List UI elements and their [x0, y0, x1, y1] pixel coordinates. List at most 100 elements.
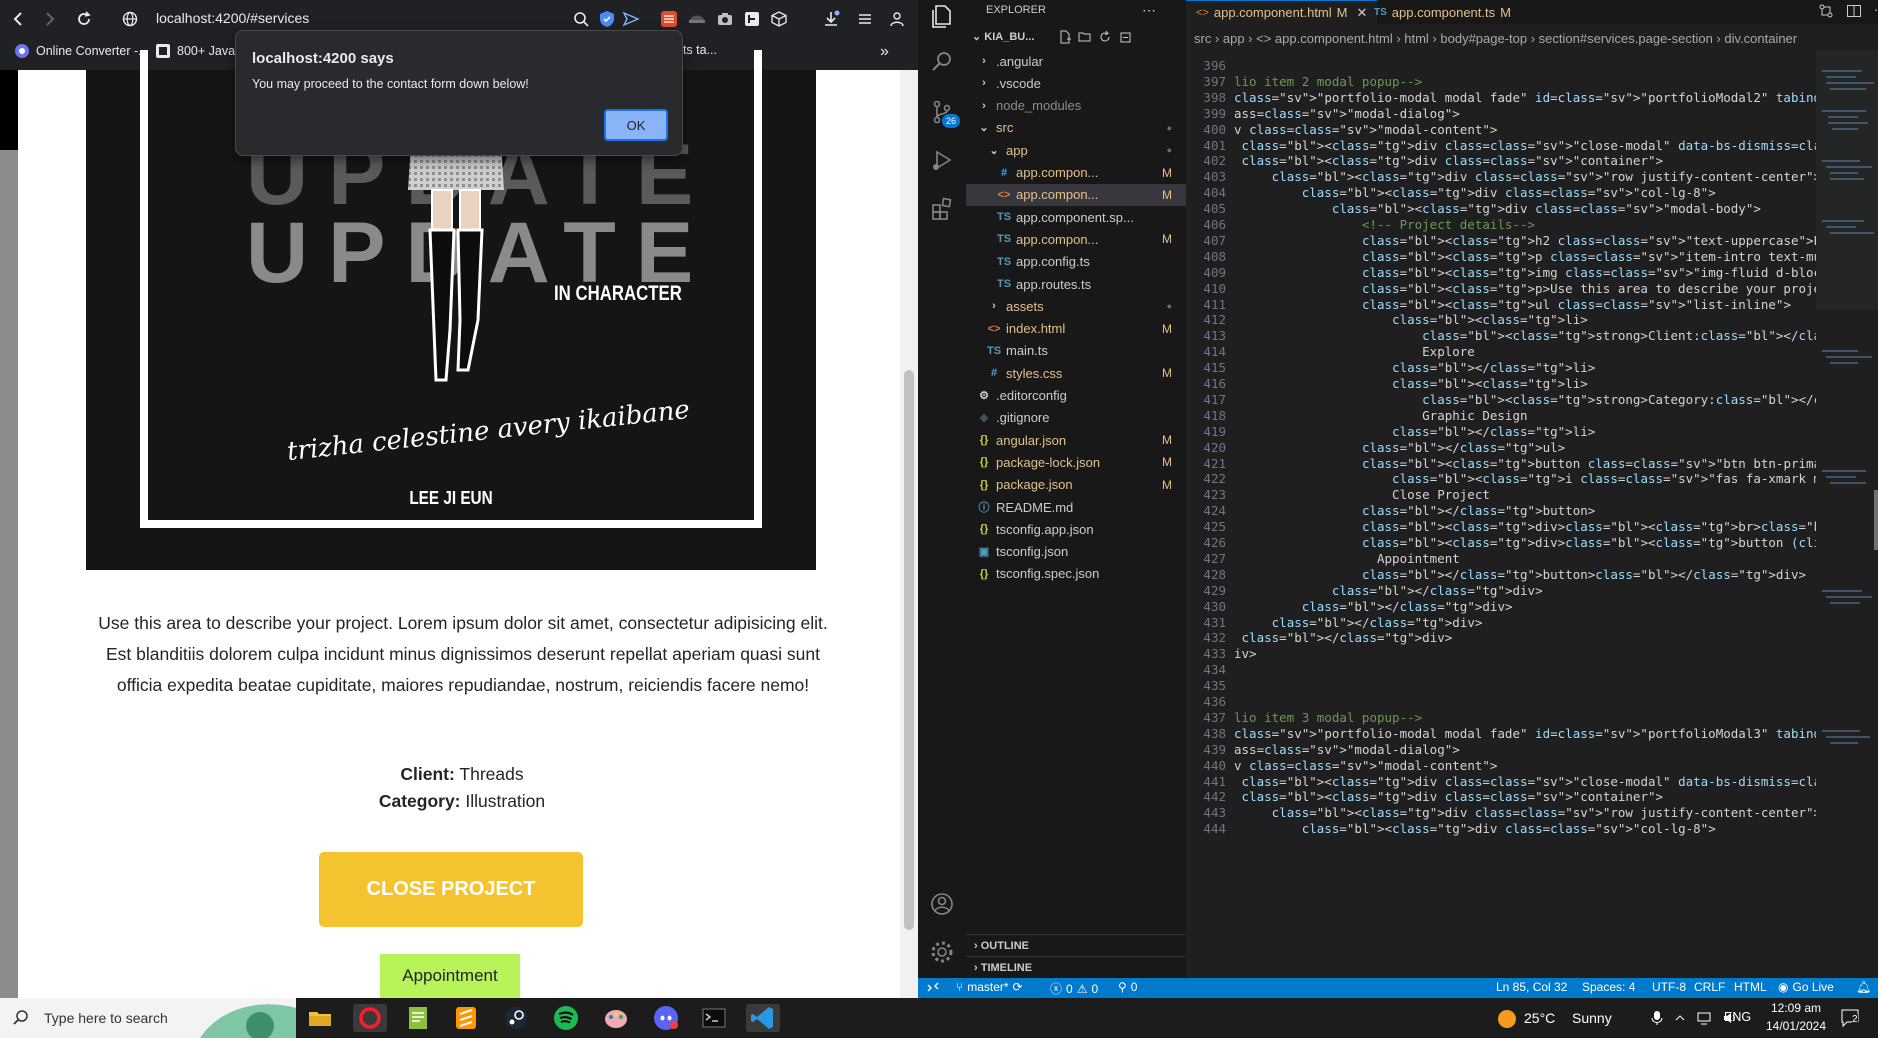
new-file-icon[interactable]	[1058, 30, 1072, 44]
back-icon[interactable]	[8, 9, 28, 29]
cursor-position[interactable]: Ln 85, Col 32	[1496, 980, 1567, 994]
taskbar-search[interactable]: Type here to search	[0, 998, 296, 1038]
run-debug-icon[interactable]	[928, 146, 956, 174]
remote-icon[interactable]	[926, 980, 940, 994]
tab-app-component-ts[interactable]: TS app.component.ts M	[1364, 0, 1521, 24]
ports-indicator[interactable]: ⚲ 0	[1118, 980, 1137, 994]
reload-icon[interactable]	[74, 9, 94, 29]
file-tree-item[interactable]: {} angular.json M	[966, 429, 1186, 451]
appointment-button[interactable]: Appointment	[380, 954, 520, 998]
paint-icon[interactable]	[602, 1004, 630, 1032]
file-explorer-icon[interactable]	[306, 1004, 334, 1032]
terminal-icon[interactable]	[700, 1004, 728, 1032]
collapse-all-icon[interactable]	[1118, 30, 1132, 44]
timeline-section[interactable]: › TIMELINE	[966, 956, 1186, 978]
notification-center-icon[interactable]	[1840, 1008, 1862, 1028]
extension-box-icon[interactable]	[743, 10, 761, 28]
more-actions-icon[interactable]: ⋯	[1142, 2, 1156, 19]
file-tree-item[interactable]: {} package-lock.json M	[966, 451, 1186, 473]
bookmarks-overflow[interactable]: »	[880, 43, 889, 61]
weather-temp[interactable]: 25°C	[1524, 1010, 1555, 1026]
new-folder-icon[interactable]	[1078, 30, 1092, 44]
file-tree-item[interactable]: <> index.html M	[966, 318, 1186, 340]
extensions-icon[interactable]	[928, 194, 956, 222]
file-tree-item[interactable]: ▣ tsconfig.json	[966, 541, 1186, 563]
file-tree-item[interactable]: # app.compon... M	[966, 162, 1186, 184]
network-icon[interactable]	[1696, 1010, 1712, 1026]
file-tree-item[interactable]: # styles.css M	[966, 362, 1186, 384]
compare-icon[interactable]	[1818, 3, 1834, 19]
file-tree-item[interactable]: ⚙ .editorconfig	[966, 385, 1186, 407]
discord-icon[interactable]	[652, 1004, 680, 1032]
sublime-icon[interactable]	[452, 1004, 480, 1032]
file-tree-item[interactable]: TS app.config.ts	[966, 251, 1186, 273]
file-tree-item[interactable]: {} tsconfig.app.json	[966, 518, 1186, 540]
file-tree-item[interactable]: {} package.json M	[966, 474, 1186, 496]
mic-icon[interactable]	[1650, 1010, 1664, 1026]
steam-icon[interactable]	[502, 1004, 530, 1032]
outline-section[interactable]: › OUTLINE	[966, 934, 1186, 956]
settings-gear-icon[interactable]	[928, 938, 956, 966]
vscode-taskbar-icon[interactable]	[746, 1004, 780, 1032]
site-info-icon[interactable]	[120, 9, 140, 29]
clock-date[interactable]: 14/01/2024	[1762, 1019, 1830, 1033]
notepad-icon[interactable]	[404, 1004, 432, 1032]
git-branch[interactable]: ⑂ master* ⟳	[956, 980, 1023, 994]
tab-app-component-html[interactable]: <> app.component.html M ✕	[1186, 0, 1378, 24]
extension-cap-icon[interactable]	[688, 10, 706, 28]
extension-red-icon[interactable]	[660, 10, 678, 28]
more-icon[interactable]: ⋯	[1874, 3, 1878, 19]
weather-sun-icon[interactable]	[1496, 1008, 1518, 1030]
download-icon[interactable]	[822, 10, 840, 28]
file-tree-item[interactable]: ⌄ src ●	[966, 117, 1186, 139]
send-icon[interactable]	[622, 10, 640, 28]
notifications-bell-icon[interactable]: 🔔︎	[1856, 980, 1871, 994]
encoding[interactable]: UTF-8	[1652, 980, 1686, 994]
opera-icon[interactable]	[353, 1004, 387, 1032]
camera-icon[interactable]	[716, 10, 734, 28]
file-tree-item[interactable]: ◆ .gitignore	[966, 407, 1186, 429]
go-live[interactable]: ◉ Go Live	[1778, 980, 1834, 994]
explorer-icon[interactable]	[928, 2, 956, 30]
clock-time[interactable]: 12:09 am	[1766, 1001, 1826, 1015]
problems-indicator[interactable]: ⓧ 0 ⚠ 0	[1050, 980, 1098, 997]
weather-text[interactable]: Sunny	[1572, 1010, 1612, 1026]
file-tree-item[interactable]: › assets ●	[966, 295, 1186, 317]
zoom-icon[interactable]	[572, 10, 590, 28]
file-tree-item[interactable]: TS main.ts	[966, 340, 1186, 362]
language-mode[interactable]: HTML	[1734, 980, 1767, 994]
breadcrumb[interactable]: src › app › <> app.component.html › html…	[1186, 28, 1878, 50]
code-view[interactable]: 396 397 lio item 2 modal popup--> 398 class=…	[1186, 56, 1816, 978]
cube-icon[interactable]	[770, 10, 788, 28]
project-root[interactable]: ⌄ KIA_BU...	[972, 30, 1034, 43]
close-project-button[interactable]: CLOSE PROJECT	[319, 852, 583, 927]
spotify-icon[interactable]	[552, 1004, 580, 1032]
page-scrollbar[interactable]	[900, 70, 918, 998]
search-icon[interactable]	[928, 48, 956, 76]
file-tree-item[interactable]: TS app.compon... M	[966, 228, 1186, 250]
input-language[interactable]: ENG	[1724, 1010, 1751, 1024]
file-tree-item[interactable]: ⌄ app ●	[966, 139, 1186, 161]
file-tree-item[interactable]: › .vscode	[966, 72, 1186, 94]
bookmark-online-converter[interactable]: Online Converter -...	[14, 43, 149, 59]
refresh-icon[interactable]	[1098, 30, 1112, 44]
scroll-thumb[interactable]	[904, 370, 914, 930]
shield-icon[interactable]	[598, 10, 616, 28]
profile-icon[interactable]	[888, 10, 906, 28]
account-icon[interactable]	[928, 890, 956, 918]
address-bar[interactable]: localhost:4200/#services	[156, 10, 309, 26]
file-tree-item[interactable]: <> app.compon... M	[966, 183, 1186, 206]
file-tree-item[interactable]: {} tsconfig.spec.json	[966, 563, 1186, 585]
menu-icon[interactable]	[856, 10, 874, 28]
line-ending[interactable]: CRLF	[1694, 980, 1725, 994]
dialog-ok-button[interactable]: OK	[604, 109, 668, 141]
tray-chevron-icon[interactable]	[1674, 1010, 1686, 1026]
forward-icon[interactable]	[40, 9, 60, 29]
file-tree-item[interactable]: › node_modules	[966, 95, 1186, 117]
split-editor-icon[interactable]	[1846, 3, 1862, 19]
file-tree-item[interactable]: TS app.routes.ts	[966, 273, 1186, 295]
minimap[interactable]	[1816, 50, 1878, 978]
file-tree-item[interactable]: ⓘ README.md	[966, 496, 1186, 518]
indentation[interactable]: Spaces: 4	[1582, 980, 1635, 994]
file-tree-item[interactable]: TS app.component.sp...	[966, 206, 1186, 228]
